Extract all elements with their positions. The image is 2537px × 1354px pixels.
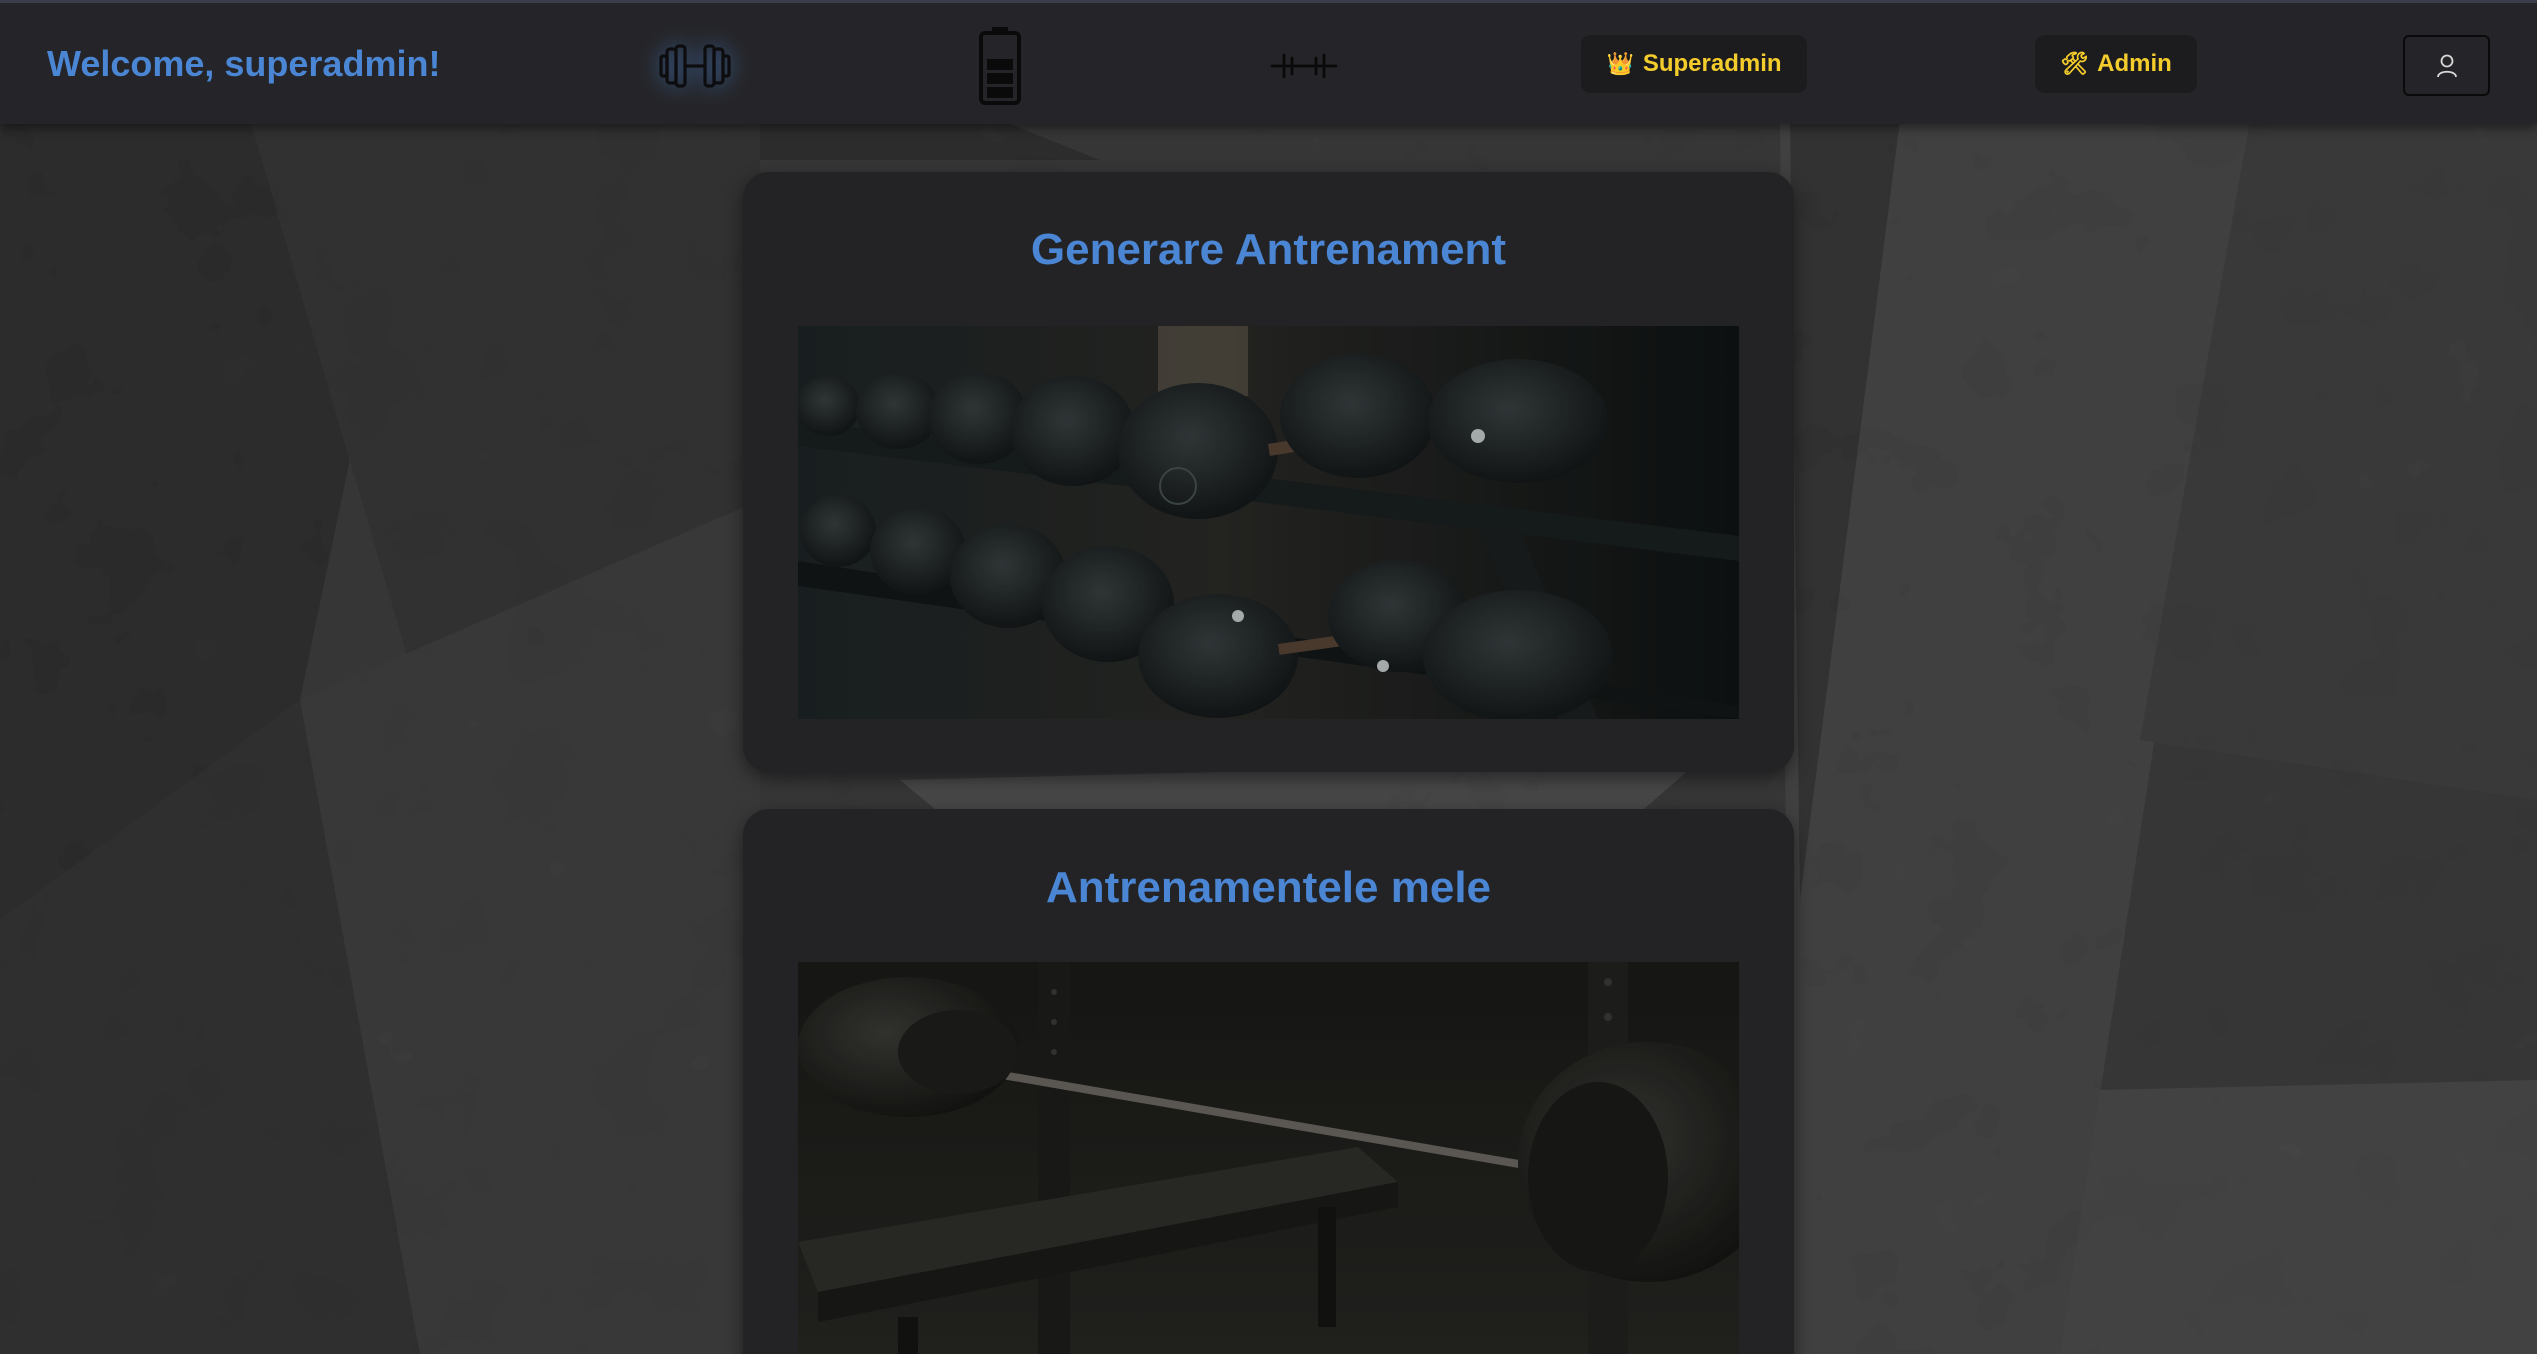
superadmin-button[interactable]: 👑 Superadmin xyxy=(1581,35,1807,93)
crown-icon: 👑 xyxy=(1606,51,1634,76)
top-navbar: Welcome, superadmin! 👑 Superadmin 🛠 Admi… xyxy=(0,0,2537,124)
admin-button[interactable]: 🛠 Admin xyxy=(2035,35,2197,93)
welcome-text: Welcome, superadmin! xyxy=(47,43,441,84)
barbell-icon[interactable] xyxy=(1270,47,1338,85)
card-generate-workout[interactable]: Generare Antrenament xyxy=(743,172,1794,772)
dumbbell-rack-photo xyxy=(798,326,1739,719)
admin-button-label: Admin xyxy=(2097,50,2172,77)
card-title: Generare Antrenament xyxy=(1030,225,1507,274)
user-icon xyxy=(2436,54,2457,77)
bench-press-photo xyxy=(798,962,1739,1354)
dumbbell-icon[interactable] xyxy=(655,41,735,91)
superadmin-button-label: Superadmin xyxy=(1642,50,1782,77)
battery-icon[interactable] xyxy=(975,25,1025,105)
hammer-wrench-icon: 🛠 xyxy=(2060,51,2089,76)
card-title: Antrenamentele mele xyxy=(1045,863,1492,912)
card-my-workouts[interactable]: Antrenamentele mele xyxy=(743,809,1794,1354)
profile-button[interactable] xyxy=(2403,35,2490,96)
